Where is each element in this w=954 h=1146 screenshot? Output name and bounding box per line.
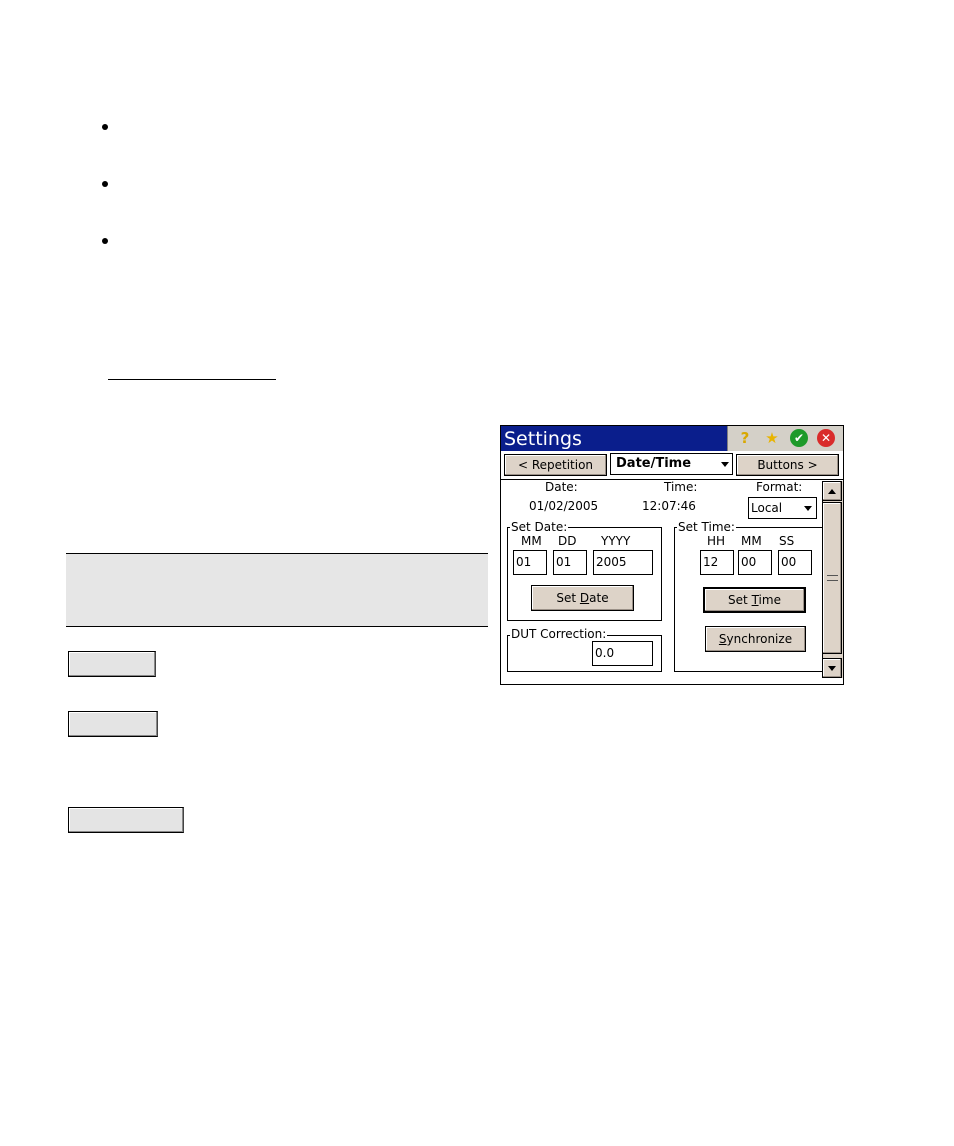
star-icon[interactable]: ★ <box>763 429 781 447</box>
set-time-button-text: Set <box>728 593 752 607</box>
scroll-down-button[interactable] <box>822 658 842 678</box>
time-mm-input[interactable]: 00 <box>738 550 772 575</box>
date-mm-label: MM <box>521 534 542 548</box>
time-label: Time: <box>664 480 698 494</box>
scroll-thumb[interactable] <box>822 502 842 654</box>
date-dd-input[interactable]: 01 <box>553 550 587 575</box>
date-dd-label: DD <box>558 534 577 548</box>
time-hh-label: HH <box>707 534 726 548</box>
window-title: Settings <box>504 428 582 450</box>
next-tab-button[interactable]: Buttons > <box>736 454 839 476</box>
chevron-down-icon <box>721 462 729 467</box>
prev-tab-button[interactable]: < Repetition <box>504 454 607 476</box>
prev-tab-label: < Repetition <box>517 458 594 472</box>
set-date-button-text-end: ate <box>589 591 609 605</box>
set-time-button[interactable]: Set Time <box>703 587 806 613</box>
set-date-group-label: Set Date: <box>510 520 569 534</box>
doc-button-2 <box>68 711 158 737</box>
set-time-button-text-end: ime <box>758 593 781 607</box>
settings-window: Settings ? ★ ✔ ✕ < Repetition Date/Time … <box>500 425 844 685</box>
date-mm-input[interactable]: 01 <box>513 550 547 575</box>
note-box <box>66 553 488 627</box>
title-icon-tray: ? ★ ✔ ✕ <box>727 426 843 451</box>
synchronize-button-accel: S <box>718 632 727 646</box>
dut-correction-label: DUT Correction: <box>510 627 608 641</box>
bullet-2 <box>102 181 108 187</box>
date-yyyy-label: YYYY <box>601 534 631 548</box>
date-label: Date: <box>545 480 578 494</box>
time-hh-input[interactable]: 12 <box>700 550 734 575</box>
synchronize-button[interactable]: Synchronize <box>705 626 806 652</box>
help-icon[interactable]: ? <box>736 429 754 447</box>
set-time-button-accel: T <box>751 593 759 607</box>
ok-icon[interactable]: ✔ <box>790 429 808 447</box>
title-bar: Settings ? ★ ✔ ✕ <box>501 426 843 451</box>
set-date-button-text: Set <box>556 591 580 605</box>
tab-select-value: Date/Time <box>616 456 692 471</box>
format-select[interactable]: Local <box>748 497 817 519</box>
doc-button-1 <box>68 651 156 677</box>
bullet-1 <box>102 124 108 130</box>
time-ss-input[interactable]: 00 <box>778 550 812 575</box>
close-icon[interactable]: ✕ <box>817 429 835 447</box>
date-yyyy-input[interactable]: 2005 <box>593 550 653 575</box>
next-tab-label: Buttons > <box>757 458 818 472</box>
grip-icon <box>827 575 838 581</box>
chevron-down-icon <box>804 506 812 511</box>
arrow-up-icon <box>828 489 836 494</box>
dut-correction-input[interactable]: 0.0 <box>592 641 653 666</box>
arrow-down-icon <box>828 666 836 671</box>
set-date-button-accel: D <box>579 591 590 605</box>
scroll-up-button[interactable] <box>822 481 842 501</box>
set-date-button[interactable]: Set Date <box>531 585 634 611</box>
set-time-group-label: Set Time: <box>677 520 736 534</box>
doc-button-3 <box>68 807 184 833</box>
heading-underline <box>108 379 276 380</box>
tab-select[interactable]: Date/Time <box>610 453 733 475</box>
date-value: 01/02/2005 <box>529 499 599 513</box>
time-mm-label: MM <box>741 534 762 548</box>
time-ss-label: SS <box>779 534 795 548</box>
time-value: 12:07:46 <box>642 499 696 513</box>
synchronize-button-text: ynchronize <box>726 632 793 646</box>
format-label: Format: <box>756 480 803 494</box>
bullet-3 <box>102 238 108 244</box>
format-select-value: Local <box>751 501 783 515</box>
